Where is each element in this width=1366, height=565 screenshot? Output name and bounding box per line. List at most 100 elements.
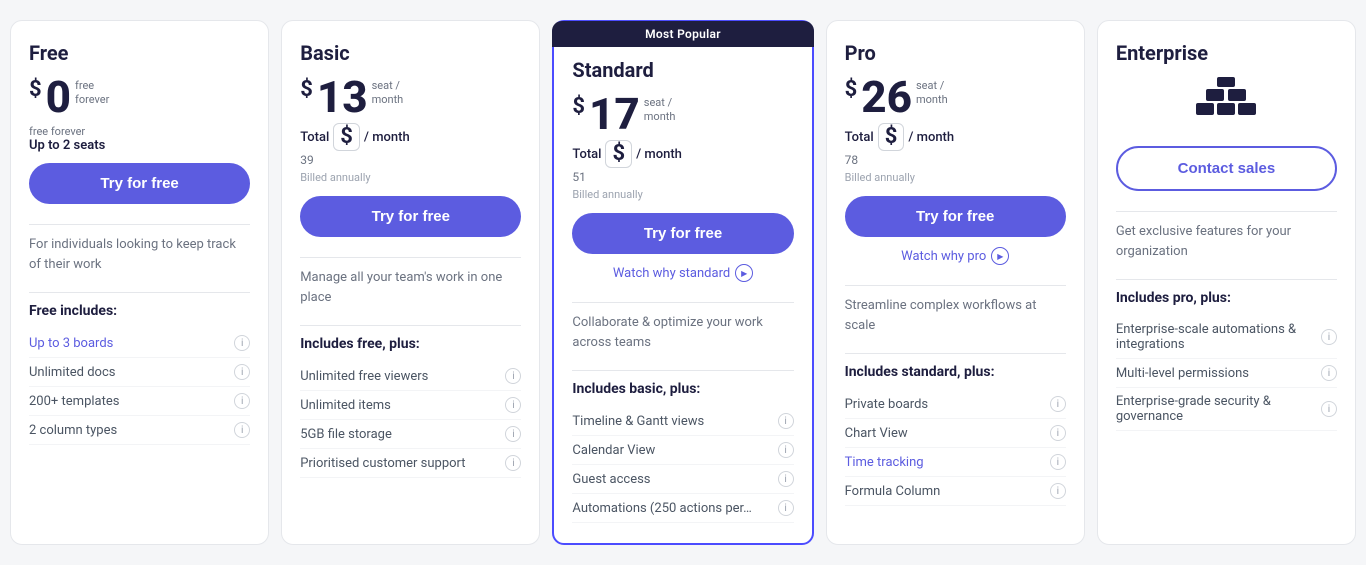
includes-title-pro: Includes standard, plus:: [845, 364, 1066, 380]
info-icon-pro-1[interactable]: i: [1050, 425, 1066, 441]
price-details-pro: seat / month: [916, 79, 948, 108]
info-icon-standard-0[interactable]: i: [778, 413, 794, 429]
price-details-free: free forever: [75, 79, 109, 108]
feature-item-basic-3: Prioritised customer support i: [300, 449, 521, 478]
plan-description-free: For individuals looking to keep track of…: [29, 235, 250, 274]
info-icon-enterprise-1[interactable]: i: [1321, 365, 1337, 381]
feature-item-standard-3: Automations (250 actions per… i: [572, 494, 793, 523]
feature-item-basic-0: Unlimited free viewers i: [300, 362, 521, 391]
price-sublabel1-standard: seat /: [644, 96, 676, 110]
cta-button-basic[interactable]: Try for free: [300, 196, 521, 237]
watch-link-standard[interactable]: Watch why standard ▶: [572, 264, 793, 282]
includes-title-free: Free includes:: [29, 303, 250, 319]
info-icon-free-3[interactable]: i: [234, 422, 250, 438]
includes-title-standard: Includes basic, plus:: [572, 381, 793, 397]
price-sublabel1-pro: seat /: [916, 79, 948, 93]
play-icon-standard: ▶: [735, 264, 753, 282]
billed-label-standard: Billed annually: [572, 188, 793, 201]
info-icon-free-0[interactable]: i: [234, 335, 250, 351]
info-icon-enterprise-2[interactable]: i: [1321, 401, 1337, 417]
info-icon-standard-3[interactable]: i: [778, 500, 794, 516]
info-icon-pro-2[interactable]: i: [1050, 454, 1066, 470]
total-dollar-sign-basic: $: [333, 123, 360, 151]
feature-item-enterprise-0: Enterprise-scale automations & integrati…: [1116, 316, 1337, 359]
feature-item-standard-2: Guest access i: [572, 465, 793, 494]
price-amount-pro: 26: [861, 75, 912, 119]
feature-item-basic-1: Unlimited items i: [300, 391, 521, 420]
feature-text-basic-3: Prioritised customer support: [300, 456, 465, 471]
price-sublabel2-standard: month: [644, 110, 676, 124]
price-sublabel1-basic: seat /: [372, 79, 404, 93]
divider-standard: [572, 302, 793, 303]
plan-card-standard: Most PopularStandard $ 17 seat / month T…: [552, 20, 813, 545]
price-dollar-basic: $: [300, 77, 313, 102]
plan-card-enterprise: Enterprise Contact salesGet exclusive fe…: [1097, 20, 1356, 545]
plan-description-basic: Manage all your team's work in one place: [300, 268, 521, 307]
info-icon-free-2[interactable]: i: [234, 393, 250, 409]
plan-card-pro: Pro $ 26 seat / month Total $ / month 78…: [826, 20, 1085, 545]
feature-item-free-2: 200+ templates i: [29, 387, 250, 416]
price-sublabel2-basic: month: [372, 93, 404, 107]
cta-button-pro[interactable]: Try for free: [845, 196, 1066, 237]
plan-name-pro: Pro: [845, 41, 1066, 65]
price-sublabel2-pro: month: [916, 93, 948, 107]
feature-text-free-0: Up to 3 boards: [29, 336, 113, 351]
total-amount-standard: 51: [572, 170, 793, 184]
play-icon-pro: ▶: [991, 247, 1009, 265]
feature-text-enterprise-2: Enterprise-grade security & governance: [1116, 394, 1321, 424]
divider-basic: [300, 257, 521, 258]
total-text-pro: Total: [845, 130, 874, 145]
info-icon-basic-0[interactable]: i: [505, 368, 521, 384]
info-icon-free-1[interactable]: i: [234, 364, 250, 380]
plan-card-free: Free $ 0 free forever free foreverUp to …: [10, 20, 269, 545]
plan-name-standard: Standard: [572, 58, 793, 82]
plan-description-pro: Streamline complex workflows at scale: [845, 296, 1066, 335]
divider2-standard: [572, 370, 793, 371]
info-icon-basic-1[interactable]: i: [505, 397, 521, 413]
divider2-pro: [845, 353, 1066, 354]
watch-link-pro[interactable]: Watch why pro ▶: [845, 247, 1066, 265]
info-icon-basic-2[interactable]: i: [505, 426, 521, 442]
total-amount-pro: 78: [845, 153, 1066, 167]
cta-button-enterprise[interactable]: Contact sales: [1116, 146, 1337, 191]
info-icon-standard-1[interactable]: i: [778, 442, 794, 458]
feature-item-standard-1: Calendar View i: [572, 436, 793, 465]
info-icon-pro-3[interactable]: i: [1050, 483, 1066, 499]
feature-list-enterprise: Enterprise-scale automations & integrati…: [1116, 316, 1337, 431]
includes-title-basic: Includes free, plus:: [300, 336, 521, 352]
feature-item-enterprise-2: Enterprise-grade security & governance i: [1116, 388, 1337, 431]
per-month-label-standard: / month: [636, 147, 682, 162]
cta-button-free[interactable]: Try for free: [29, 163, 250, 204]
info-icon-basic-3[interactable]: i: [505, 455, 521, 471]
plan-name-basic: Basic: [300, 41, 521, 65]
seats-label-free: Up to 2 seats: [29, 138, 250, 153]
info-icon-pro-0[interactable]: i: [1050, 396, 1066, 412]
feature-text-pro-2: Time tracking: [845, 455, 924, 470]
feature-text-free-3: 2 column types: [29, 423, 117, 438]
feature-item-enterprise-1: Multi-level permissions i: [1116, 359, 1337, 388]
total-row-standard: Total $ / month: [572, 140, 793, 168]
divider2-enterprise: [1116, 279, 1337, 280]
total-dollar-sign-pro: $: [878, 123, 905, 151]
info-icon-enterprise-0[interactable]: i: [1321, 329, 1337, 345]
feature-text-standard-1: Calendar View: [572, 443, 655, 458]
enterprise-icon: [1116, 75, 1337, 134]
info-icon-standard-2[interactable]: i: [778, 471, 794, 487]
feature-text-pro-3: Formula Column: [845, 484, 941, 499]
watch-link-text-standard: Watch why standard: [613, 266, 730, 281]
feature-text-free-2: 200+ templates: [29, 394, 119, 409]
price-row-pro: $ 26 seat / month: [845, 75, 1066, 119]
feature-text-free-1: Unlimited docs: [29, 365, 115, 380]
feature-text-basic-0: Unlimited free viewers: [300, 369, 428, 384]
feature-item-free-1: Unlimited docs i: [29, 358, 250, 387]
divider-free: [29, 224, 250, 225]
price-row-standard: $ 17 seat / month: [572, 92, 793, 136]
total-text-standard: Total: [572, 147, 601, 162]
price-row-free: $ 0 free forever: [29, 75, 250, 119]
feature-list-pro: Private boards i Chart View i Time track…: [845, 390, 1066, 506]
feature-text-standard-3: Automations (250 actions per…: [572, 501, 751, 516]
feature-text-basic-1: Unlimited items: [300, 398, 391, 413]
price-row-basic: $ 13 seat / month: [300, 75, 521, 119]
price-sublabel1-free: free: [75, 79, 109, 93]
cta-button-standard[interactable]: Try for free: [572, 213, 793, 254]
